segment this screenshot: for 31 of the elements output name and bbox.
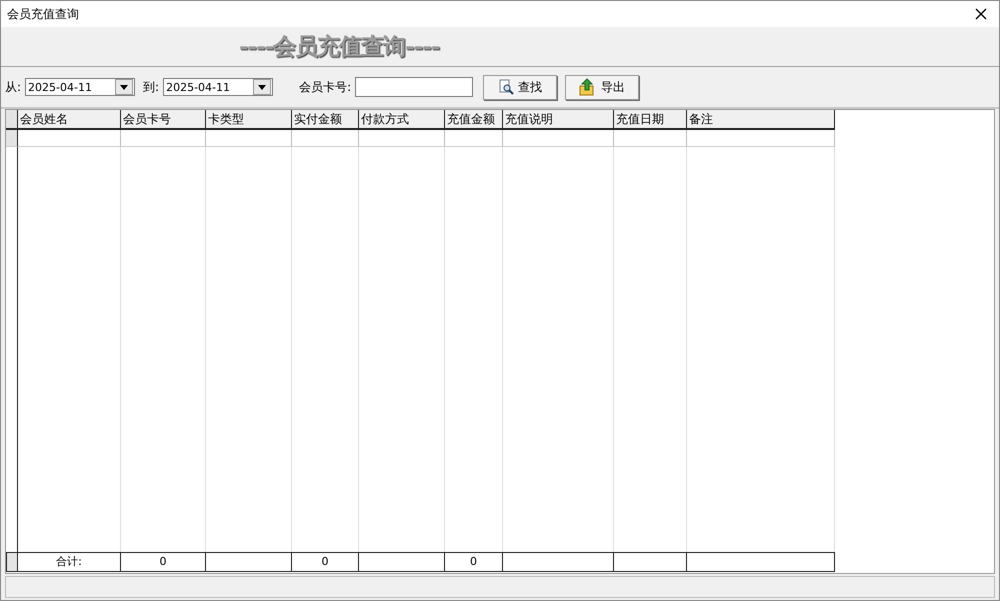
banner-title: ----会员充值查询---- — [239, 32, 440, 62]
column-header[interactable]: 充值说明 — [503, 110, 614, 130]
corner-cell — [6, 110, 18, 130]
to-label: 到: — [143, 78, 160, 96]
column-header[interactable]: 卡类型 — [206, 110, 292, 130]
column-header[interactable]: 会员姓名 — [18, 110, 121, 130]
total-cell: 0 — [445, 552, 503, 572]
column-header[interactable]: 备注 — [687, 110, 835, 130]
total-cell: 0 — [121, 552, 206, 572]
table-cell — [445, 130, 503, 147]
total-cell: 0 — [292, 552, 359, 572]
from-label: 从: — [5, 78, 22, 96]
search-button[interactable]: 查找 — [483, 74, 558, 100]
table-cell — [292, 130, 359, 147]
to-date-dropdown[interactable]: 2025-04-11 — [163, 78, 274, 96]
column-header[interactable]: 充值日期 — [614, 110, 687, 130]
dropdown-arrow-icon — [120, 84, 128, 90]
row-selector[interactable] — [6, 130, 18, 147]
magnifier-icon — [498, 79, 514, 95]
total-cell: 合计: — [18, 552, 121, 572]
export-button[interactable]: 导出 — [565, 74, 640, 100]
card-number-label: 会员卡号: — [299, 78, 352, 96]
close-icon — [975, 8, 987, 20]
column-header[interactable]: 实付金额 — [292, 110, 359, 130]
card-number-field[interactable] — [355, 77, 474, 97]
window-title: 会员充值查询 — [7, 6, 79, 22]
column-header[interactable]: 会员卡号 — [121, 110, 206, 130]
column-header[interactable]: 充值金额 — [445, 110, 503, 130]
dropdown-arrow-icon — [258, 84, 266, 90]
column-header[interactable]: 付款方式 — [359, 110, 445, 130]
from-date-dropdown[interactable]: 2025-04-11 — [25, 78, 136, 96]
